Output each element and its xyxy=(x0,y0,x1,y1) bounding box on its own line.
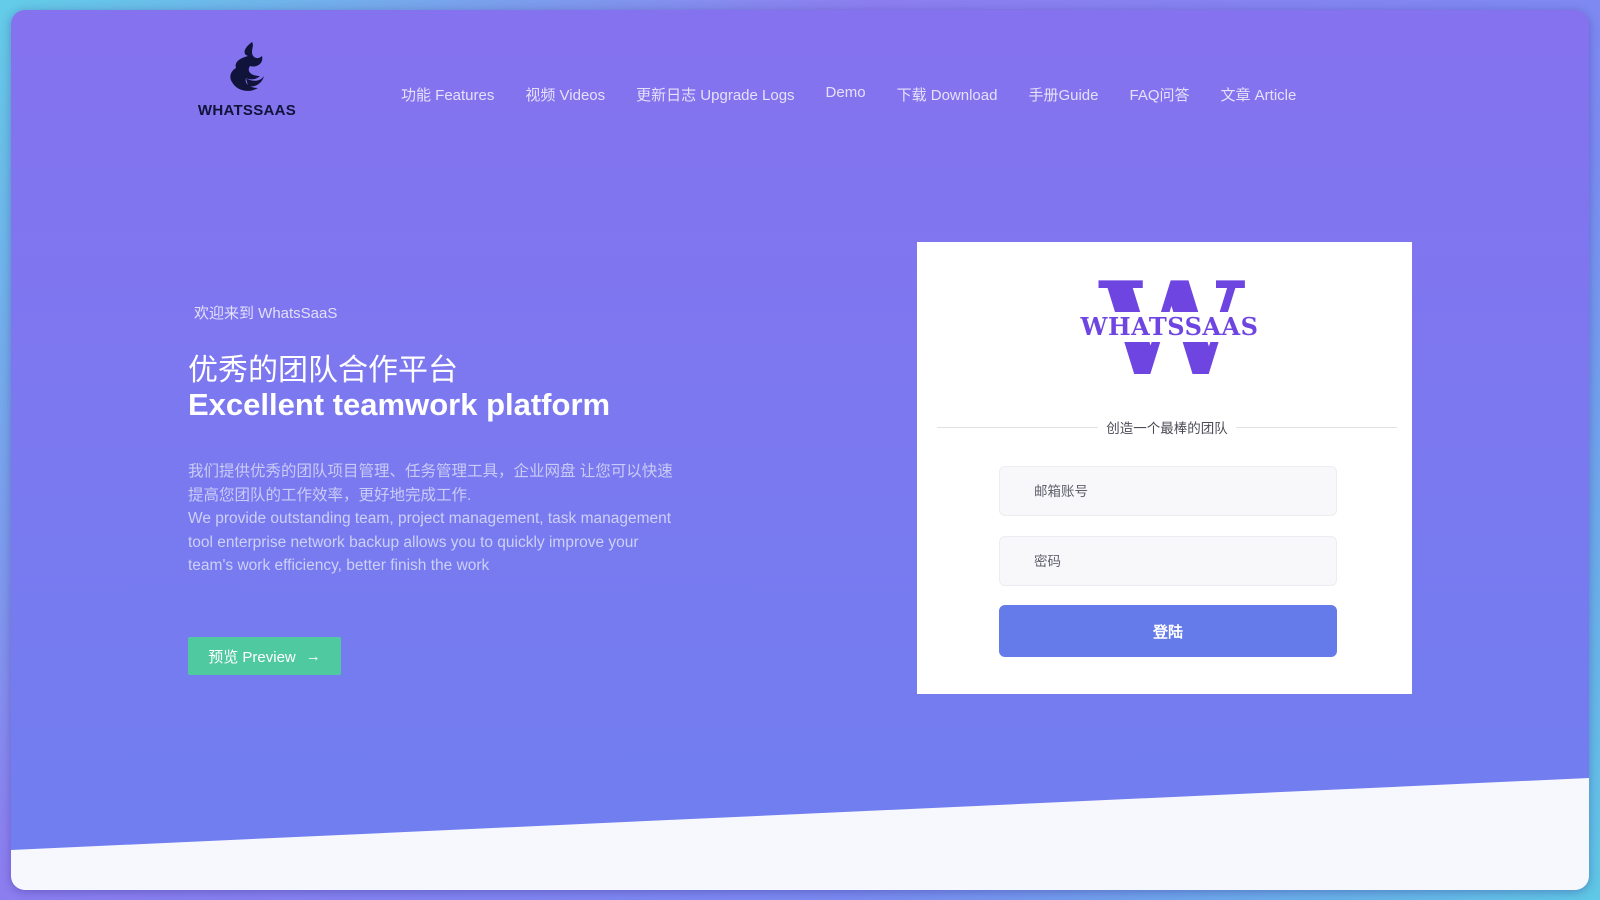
nav-item-demo[interactable]: Demo xyxy=(826,84,866,105)
nav-item-videos[interactable]: 视频 Videos xyxy=(525,84,605,105)
hero-title-cn: 优秀的团队合作平台 xyxy=(188,354,458,387)
nav-item-guide[interactable]: 手册Guide xyxy=(1028,84,1098,105)
login-card: W WHATSSAAS 创造一个最棒的团队 登陆 xyxy=(917,242,1412,694)
login-logo: W WHATSSAAS xyxy=(1067,266,1272,394)
email-field[interactable] xyxy=(999,466,1337,516)
site-logo[interactable]: WHATSSAAS xyxy=(191,40,303,130)
login-logo-text: WHATSSAAS xyxy=(1067,312,1272,342)
bottom-wave-shape xyxy=(11,778,1589,890)
main-nav: 功能 Features 视频 Videos 更新日志 Upgrade Logs … xyxy=(401,84,1327,105)
preview-button[interactable]: 预览 Preview → xyxy=(188,637,341,675)
hero-description-en: We provide outstanding team, project man… xyxy=(188,510,672,574)
password-field[interactable] xyxy=(999,536,1337,586)
divider-line-left xyxy=(937,426,1099,428)
nav-item-features[interactable]: 功能 Features xyxy=(401,84,494,105)
flame-logo-icon xyxy=(230,42,264,91)
nav-item-download[interactable]: 下载 Download xyxy=(897,84,998,105)
divider-line-right xyxy=(1235,426,1397,428)
logo-text: WHATSSAAS xyxy=(197,102,297,119)
hero-title-en: Excellent teamwork platform xyxy=(188,387,611,422)
page-frame: WHATSSAAS 功能 Features 视频 Videos 更新日志 Upg… xyxy=(11,10,1589,890)
login-button[interactable]: 登陆 xyxy=(999,605,1337,657)
nav-item-faq[interactable]: FAQ问答 xyxy=(1129,84,1189,105)
nav-item-article[interactable]: 文章 Article xyxy=(1221,84,1297,105)
nav-item-upgrade-logs[interactable]: 更新日志 Upgrade Logs xyxy=(636,84,794,105)
arrow-right-icon: → xyxy=(305,647,321,665)
preview-button-label: 预览 Preview xyxy=(208,648,296,666)
tagline-divider: 创造一个最棒的团队 xyxy=(937,417,1397,437)
hero-kicker: 欢迎来到 WhatsSaaS xyxy=(194,305,338,322)
login-tagline: 创造一个最棒的团队 xyxy=(1106,421,1228,436)
hero-description-cn: 我们提供优秀的团队项目管理、任务管理工具，企业网盘 让您可以快速提高您团队的工作… xyxy=(188,463,673,504)
